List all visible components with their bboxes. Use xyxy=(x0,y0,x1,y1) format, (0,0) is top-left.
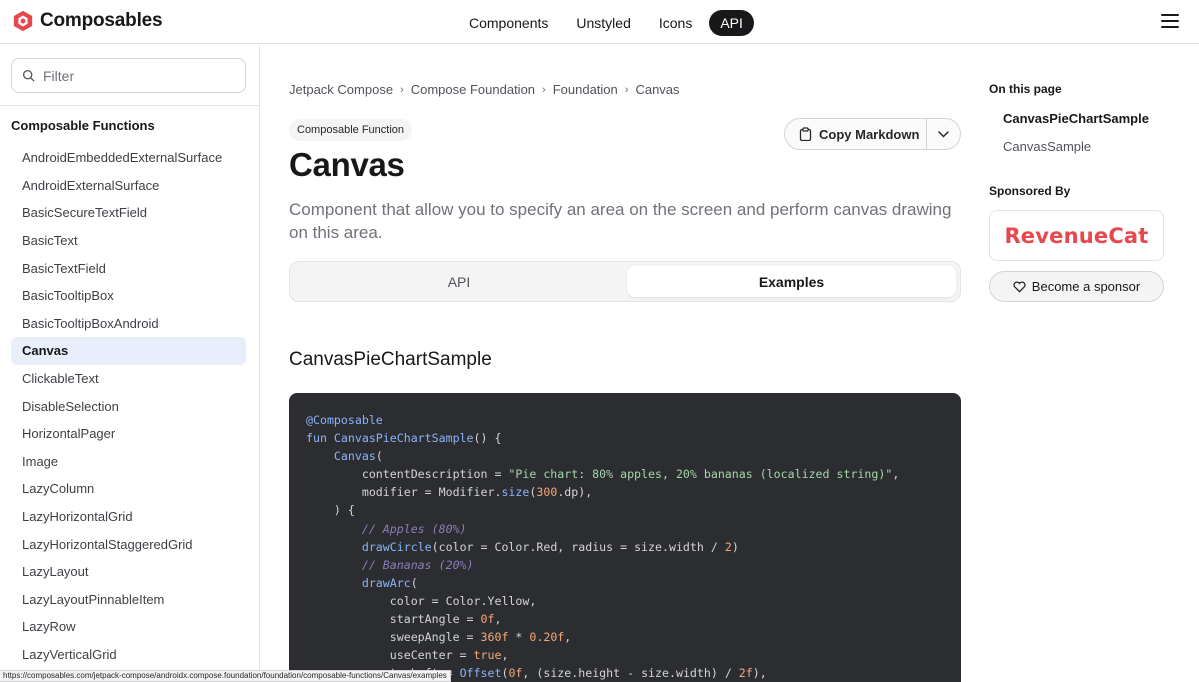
sidebar-item-lazycolumn[interactable]: LazyColumn xyxy=(11,475,246,503)
code-line: color = Color.Yellow, xyxy=(306,593,537,608)
hamburger-menu-icon[interactable] xyxy=(1161,14,1179,28)
sidebar-item-canvas[interactable]: Canvas xyxy=(11,337,246,365)
clipboard-icon xyxy=(799,127,812,141)
code-block: @Composable fun CanvasPieChartSample() { … xyxy=(289,393,961,682)
sidebar-heading: Composable Functions xyxy=(11,118,155,133)
breadcrumb: Jetpack Compose › Compose Foundation › Found… xyxy=(289,82,680,97)
heart-icon xyxy=(1013,281,1026,292)
code-line: drawCircle(color = Color.Red, radius = s… xyxy=(361,539,739,554)
become-sponsor-label: Become a sponsor xyxy=(1031,279,1141,294)
page-description: Component that allow you to specify an a… xyxy=(289,200,952,242)
site-logo[interactable]: Composables xyxy=(12,10,163,32)
code-line: ) { xyxy=(306,503,355,518)
sidebar-item-disableselection[interactable]: DisableSelection xyxy=(11,392,246,420)
code-line: useCenter = true, xyxy=(306,648,509,663)
chevron-right-icon: › xyxy=(624,83,629,96)
code-line: Canvas( xyxy=(333,449,383,464)
sidebar-item-lazylayoutpinnableitem[interactable]: LazyLayoutPinnableItem xyxy=(11,586,246,614)
toc-item-canvaspiechartsample[interactable]: CanvasPieChartSample xyxy=(1003,111,1149,126)
copy-options-dropdown[interactable] xyxy=(927,119,960,149)
view-tabs: API Examples xyxy=(289,261,961,302)
code-line: fun CanvasPieChartSample() { xyxy=(306,431,502,446)
sidebar-item-basictooltipboxandroid[interactable]: BasicTooltipBoxAndroid xyxy=(11,310,246,338)
breadcrumb-item[interactable]: Foundation xyxy=(553,82,618,97)
toc-item-canvassample[interactable]: CanvasSample xyxy=(1003,139,1091,154)
breadcrumb-item[interactable]: Jetpack Compose xyxy=(289,82,393,97)
become-sponsor-button[interactable]: Become a sponsor xyxy=(989,271,1164,302)
code-line: startAngle = 0f, xyxy=(306,612,502,627)
code-line: contentDescription = "Pie chart: 80% app… xyxy=(306,467,900,482)
nav-icons[interactable]: Icons xyxy=(648,10,703,36)
status-bar-url: https://composables.com/jetpack-compose/… xyxy=(0,670,451,682)
copy-markdown-button[interactable]: Copy Markdown xyxy=(785,119,928,149)
sidebar-divider xyxy=(0,105,259,106)
sponsor-card[interactable]: RevenueCat xyxy=(989,210,1164,261)
sidebar-item-horizontalpager[interactable]: HorizontalPager xyxy=(11,420,246,448)
logo-text: Composables xyxy=(40,10,163,31)
search-icon xyxy=(22,69,35,82)
cube-logo-icon xyxy=(13,10,33,32)
nav-api[interactable]: API xyxy=(709,10,754,36)
code-line: drawArc( xyxy=(361,575,418,590)
sponsor-title: Sponsored By xyxy=(989,184,1071,198)
filter-box[interactable] xyxy=(11,58,246,93)
sidebar-item-androidexternalsurface[interactable]: AndroidExternalSurface xyxy=(11,172,246,200)
filter-input[interactable] xyxy=(43,67,233,84)
sidebar-list: AndroidEmbeddedExternalSurface AndroidExt… xyxy=(11,144,246,668)
copy-markdown-group: Copy Markdown xyxy=(784,118,961,150)
chevron-down-icon xyxy=(938,130,949,138)
nav-unstyled[interactable]: Unstyled xyxy=(565,10,641,36)
composable-function-badge: Composable Function xyxy=(289,119,413,141)
sidebar-item-basictextfield[interactable]: BasicTextField xyxy=(11,254,246,282)
copy-markdown-label: Copy Markdown xyxy=(819,126,920,142)
sidebar-item-lazylayout[interactable]: LazyLayout xyxy=(11,558,246,586)
sidebar-item-basicsecuretextfield[interactable]: BasicSecureTextField xyxy=(11,199,246,227)
sidebar-item-lazyhorizontalgrid[interactable]: LazyHorizontalGrid xyxy=(11,503,246,531)
sidebar: Composable Functions AndroidEmbeddedExte… xyxy=(0,45,260,682)
code-line: // Apples (80%) xyxy=(306,521,467,536)
breadcrumb-item[interactable]: Compose Foundation xyxy=(411,82,535,97)
code-line: modifier = Modifier.size(300.dp), xyxy=(306,485,593,500)
toc-title: On this page xyxy=(989,82,1062,96)
tab-examples[interactable]: Examples xyxy=(627,266,956,297)
revenuecat-logo: RevenueCat xyxy=(1004,223,1149,248)
top-header: Composables Components Unstyled Icons API xyxy=(0,0,1199,44)
sidebar-item-lazyverticalgrid[interactable]: LazyVerticalGrid xyxy=(11,641,246,669)
sidebar-item-lazyrow[interactable]: LazyRow xyxy=(11,613,246,641)
code-line: // Bananas (20%) xyxy=(306,557,474,572)
nav-components[interactable]: Components xyxy=(458,10,559,36)
example-section-title: CanvasPieChartSample xyxy=(289,349,492,370)
breadcrumb-item[interactable]: Canvas xyxy=(635,82,679,97)
sidebar-item-clickabletext[interactable]: ClickableText xyxy=(11,365,246,393)
sidebar-item-lazyhorizontalstaggeredgrid[interactable]: LazyHorizontalStaggeredGrid xyxy=(11,530,246,558)
sidebar-item-basictooltipbox[interactable]: BasicTooltipBox xyxy=(11,282,246,310)
chevron-right-icon: › xyxy=(400,83,404,96)
sidebar-item-androidembeddedexternalsurface[interactable]: AndroidEmbeddedExternalSurface xyxy=(11,144,246,172)
code-line: @Composable xyxy=(306,413,383,427)
chevron-right-icon: › xyxy=(542,83,546,96)
top-navigation: Components Unstyled Icons API xyxy=(458,10,754,36)
page-title: Canvas xyxy=(289,146,405,183)
sidebar-item-image[interactable]: Image xyxy=(11,448,246,476)
tab-api[interactable]: API xyxy=(294,266,624,297)
sidebar-item-basictext[interactable]: BasicText xyxy=(11,227,246,255)
code-line: sweepAngle = 360f * 0.20f, xyxy=(306,630,572,645)
